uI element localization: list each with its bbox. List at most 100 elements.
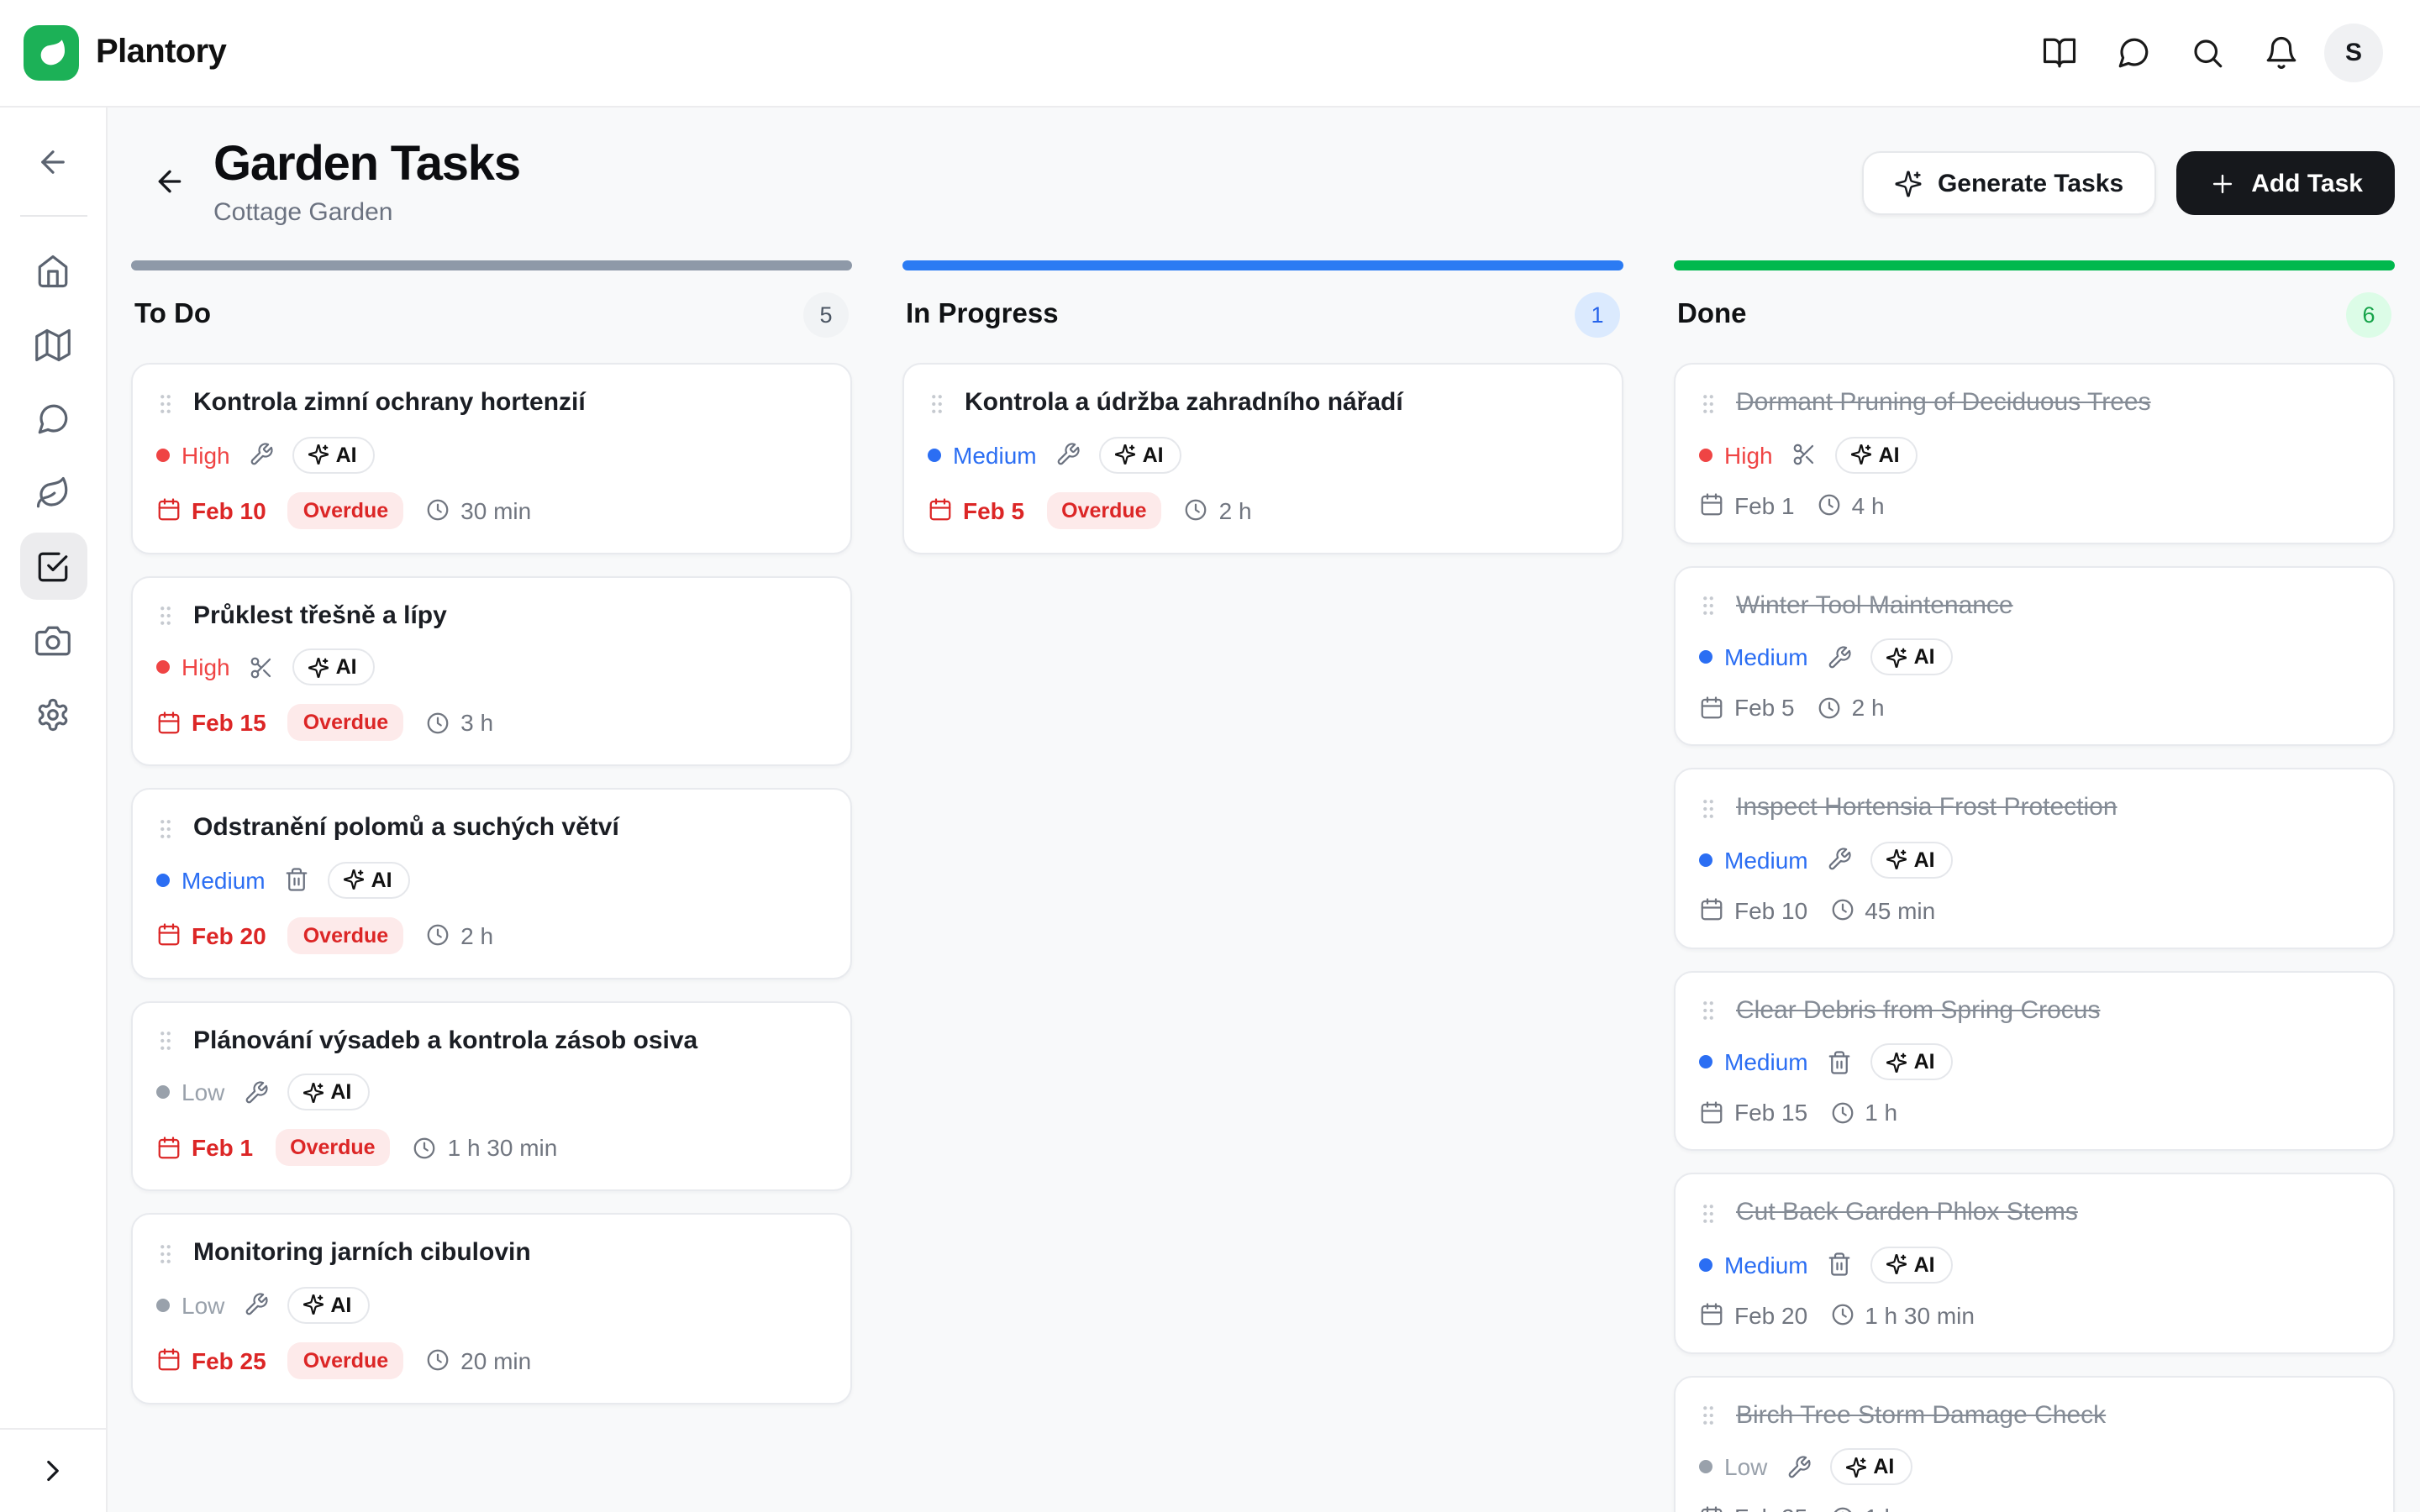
- page-back-button[interactable]: [150, 161, 190, 202]
- trash-icon: [1827, 1252, 1852, 1278]
- wrench-icon: [1827, 848, 1852, 873]
- app-logo[interactable]: [24, 25, 79, 81]
- wrench-icon: [249, 443, 274, 468]
- task-title: Inspect Hortensia Frost Protection: [1736, 792, 2118, 825]
- drag-handle-icon[interactable]: [153, 1028, 178, 1053]
- sidebar-item-map[interactable]: [19, 311, 87, 378]
- task-card[interactable]: Clear Debris from Spring Crocus Medium A…: [1674, 971, 2395, 1152]
- task-title: Průklest třešně a lípy: [193, 600, 447, 633]
- drag-handle-icon[interactable]: [1696, 1403, 1721, 1428]
- calendar-icon: [1699, 898, 1724, 923]
- duration: 2 h: [1184, 497, 1252, 524]
- task-card[interactable]: Plánování výsadeb a kontrola zásob osiva…: [131, 1001, 852, 1192]
- drag-handle-icon[interactable]: [1696, 1200, 1721, 1226]
- ai-badge: AI: [1099, 437, 1182, 474]
- topbar-search-button[interactable]: [2173, 19, 2240, 87]
- clock-icon: [1184, 498, 1209, 523]
- sidebar-item-chat[interactable]: [19, 385, 87, 452]
- clock-icon: [425, 498, 450, 523]
- calendar-icon: [156, 711, 182, 736]
- clock-icon: [1829, 898, 1854, 923]
- overdue-badge: Overdue: [1046, 492, 1161, 529]
- drag-handle-icon[interactable]: [1696, 391, 1721, 416]
- drag-handle-icon[interactable]: [1696, 593, 1721, 618]
- sidebar-collapse-button[interactable]: [19, 1437, 87, 1504]
- wrench-icon: [243, 1293, 268, 1318]
- ai-badge: AI: [1870, 842, 1954, 879]
- task-card[interactable]: Birch Tree Storm Damage Check Low AI Feb…: [1674, 1376, 2395, 1512]
- trash-icon: [1827, 1050, 1852, 1075]
- task-card[interactable]: Cut Back Garden Phlox Stems Medium AI Fe…: [1674, 1173, 2395, 1354]
- leaf-icon: [35, 475, 71, 510]
- sidebar-item-tasks[interactable]: [19, 533, 87, 600]
- drag-handle-icon[interactable]: [153, 391, 178, 416]
- column-accent-bar: [131, 261, 852, 271]
- column-done: Done 6 Dormant Pruning of Deciduous Tree…: [1674, 261, 2395, 1512]
- overdue-badge: Overdue: [288, 705, 403, 742]
- avatar-initial: S: [2345, 39, 2362, 67]
- user-avatar[interactable]: S: [2324, 24, 2383, 82]
- drag-handle-icon[interactable]: [153, 1241, 178, 1266]
- search-icon: [2189, 35, 2224, 71]
- main-content: Garden Tasks Cottage Garden Generate Tas…: [108, 108, 2420, 1512]
- clock-icon: [1829, 1100, 1854, 1126]
- drag-handle-icon[interactable]: [1696, 998, 1721, 1023]
- sidebar: [0, 108, 108, 1512]
- task-title: Odstranění polomů a suchých větví: [193, 812, 619, 845]
- column-title: Done: [1677, 300, 1747, 332]
- drag-handle-icon[interactable]: [153, 816, 178, 841]
- sidebar-divider: [19, 215, 87, 217]
- clock-icon: [425, 711, 450, 736]
- overdue-badge: Overdue: [288, 492, 403, 529]
- wrench-icon: [243, 1080, 268, 1105]
- due-date: Feb 15: [1699, 1100, 1807, 1126]
- duration: 2 h: [425, 922, 493, 949]
- chevron-right-icon: [35, 1453, 71, 1488]
- calendar-icon: [1699, 1100, 1724, 1126]
- priority-label: Medium: [1699, 847, 1808, 874]
- sidebar-item-camera[interactable]: [19, 606, 87, 674]
- drag-handle-icon[interactable]: [924, 391, 950, 416]
- bell-icon: [2263, 35, 2298, 71]
- column-accent-bar: [1674, 261, 2395, 271]
- duration: 4 h: [1817, 492, 1885, 519]
- overdue-badge: Overdue: [288, 1342, 403, 1379]
- task-card[interactable]: Kontrola zimní ochrany hortenzií High AI…: [131, 364, 852, 554]
- task-card[interactable]: Inspect Hortensia Frost Protection Mediu…: [1674, 769, 2395, 949]
- trash-icon: [284, 868, 309, 893]
- duration: 1 h: [1829, 1100, 1897, 1126]
- app-window: Plantory S: [0, 0, 2420, 1512]
- clock-icon: [1817, 493, 1842, 518]
- sidebar-item-settings[interactable]: [19, 680, 87, 748]
- sidebar-item-leaf[interactable]: [19, 459, 87, 526]
- due-date: Feb 5: [1699, 695, 1795, 722]
- scissors-icon: [249, 655, 274, 680]
- task-card[interactable]: Průklest třešně a lípy High AI Feb 15: [131, 576, 852, 767]
- calendar-icon: [156, 498, 182, 523]
- due-date: Feb 20: [1699, 1302, 1807, 1329]
- topbar-book-open-button[interactable]: [2025, 19, 2092, 87]
- due-date: Feb 1: [156, 1135, 253, 1162]
- task-title: Dormant Pruning of Deciduous Trees: [1736, 387, 2151, 420]
- task-card[interactable]: Monitoring jarních cibulovin Low AI Feb …: [131, 1214, 852, 1404]
- task-card[interactable]: Winter Tool Maintenance Medium AI Feb 5: [1674, 566, 2395, 747]
- drag-handle-icon[interactable]: [1696, 795, 1721, 821]
- calendar-icon: [156, 923, 182, 948]
- sidebar-item-home[interactable]: [19, 237, 87, 304]
- priority-label: Low: [156, 1292, 224, 1319]
- topbar-chat-button[interactable]: [2099, 19, 2166, 87]
- generate-tasks-button[interactable]: Generate Tasks: [1862, 151, 2155, 215]
- plus-icon: [2207, 169, 2236, 197]
- clock-icon: [413, 1136, 438, 1161]
- task-card[interactable]: Odstranění polomů a suchých větví Medium…: [131, 789, 852, 979]
- topbar-bell-button[interactable]: [2247, 19, 2314, 87]
- add-task-button[interactable]: Add Task: [2175, 151, 2395, 215]
- calendar-icon: [1699, 696, 1724, 721]
- drag-handle-icon[interactable]: [153, 603, 178, 628]
- arrow-left-icon: [35, 144, 71, 179]
- sidebar-back-button[interactable]: [19, 128, 87, 195]
- task-card[interactable]: Kontrola a údržba zahradního nářadí Medi…: [902, 364, 1623, 554]
- task-card[interactable]: Dormant Pruning of Deciduous Trees High …: [1674, 364, 2395, 544]
- ai-badge: AI: [292, 437, 376, 474]
- task-title: Kontrola a údržba zahradního nářadí: [965, 387, 1403, 420]
